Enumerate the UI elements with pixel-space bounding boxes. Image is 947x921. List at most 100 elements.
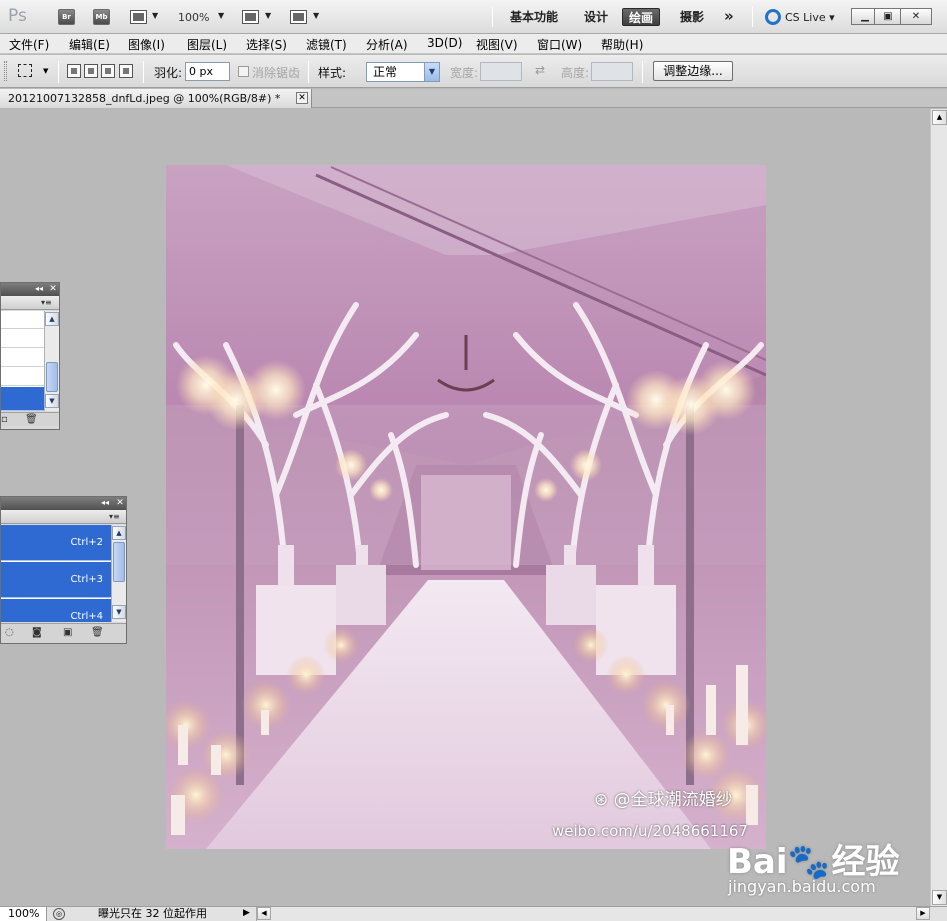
- close-panel-icon[interactable]: ✕: [114, 497, 126, 509]
- document-tab-title: 20121007132858_dnfLd.jpeg @ 100%(RGB/8#)…: [8, 92, 281, 105]
- workspace-painting[interactable]: 绘画: [622, 8, 661, 26]
- close-document-icon[interactable]: ✕: [296, 92, 308, 104]
- tool-preset-dropdown-icon[interactable]: ▼: [43, 67, 48, 75]
- save-selection-icon[interactable]: ◙: [32, 627, 42, 638]
- menu-3d[interactable]: 3D(D): [427, 36, 462, 50]
- scroll-up-icon[interactable]: ▲: [112, 526, 126, 540]
- load-channel-icon[interactable]: ◌: [5, 627, 14, 638]
- menu-window[interactable]: 窗口(W): [537, 36, 582, 53]
- scroll-right-icon[interactable]: ▶: [916, 907, 930, 920]
- baidu-logo: Bai🐾经验: [727, 834, 900, 883]
- list-item-selected[interactable]: [1, 387, 44, 411]
- arrange-documents-icon[interactable]: [242, 10, 259, 24]
- mini-bridge-button[interactable]: Mb: [93, 9, 110, 25]
- style-label: 样式:: [318, 66, 347, 80]
- chevron-down-icon[interactable]: ▼: [424, 63, 439, 81]
- scroll-down-icon[interactable]: ▼: [112, 605, 126, 619]
- list-item[interactable]: Ctrl+4: [1, 599, 111, 622]
- panel-footer-icon[interactable]: ▫: [1, 414, 8, 425]
- weibo-url-watermark: weibo.com/u/2048661167: [552, 822, 748, 840]
- scroll-up-icon[interactable]: ▲: [45, 312, 59, 326]
- floating-panel-2[interactable]: ◂◂ ✕ ▾≡ Ctrl+2 Ctrl+3 Ctrl+4 ▲ ▼ ◌ ◙ ▣ 🗑: [0, 496, 127, 644]
- list-item[interactable]: [1, 349, 44, 367]
- screen-mode-icon[interactable]: [290, 10, 307, 24]
- scroll-left-icon[interactable]: ◀: [257, 907, 271, 920]
- baidu-paw-icon: 🐾: [787, 842, 830, 882]
- intersect-selection-icon[interactable]: [119, 64, 133, 78]
- scroll-down-icon[interactable]: ▼: [45, 394, 59, 408]
- close-panel-icon[interactable]: ✕: [47, 283, 59, 295]
- view-extras-icon[interactable]: [130, 10, 147, 24]
- application-bar: Ps Br Mb ▼ 100% ▼ ▼ ▼ 基本功能 设计 绘画 摄影 » CS…: [0, 0, 947, 34]
- workspace-photography[interactable]: 摄影: [676, 8, 708, 26]
- style-select[interactable]: 正常 ▼: [366, 62, 440, 82]
- scroll-thumb[interactable]: [113, 542, 125, 582]
- swap-dimensions-icon[interactable]: ⇄: [535, 63, 545, 77]
- trash-icon[interactable]: 🗑: [91, 627, 104, 638]
- new-selection-icon[interactable]: [67, 64, 81, 78]
- arrange-dropdown-icon[interactable]: ▼: [265, 11, 271, 20]
- list-item[interactable]: [1, 311, 44, 329]
- panel-menu-icon[interactable]: ▾≡: [41, 298, 52, 307]
- menu-select[interactable]: 选择(S): [246, 36, 287, 53]
- wedding-aisle-photo[interactable]: [166, 165, 766, 849]
- menu-edit[interactable]: 编辑(E): [69, 36, 110, 53]
- vertical-scrollbar[interactable]: ▲ ▼: [930, 109, 947, 906]
- floating-panel-1[interactable]: ◂◂ ✕ ▾≡ ▲ ▼ ▫ 🗑: [0, 282, 60, 430]
- panel-list[interactable]: [1, 311, 44, 411]
- list-item[interactable]: [1, 330, 44, 348]
- zoom-dropdown-icon[interactable]: ▼: [218, 11, 224, 20]
- feather-input[interactable]: 0 px: [185, 62, 230, 81]
- horizontal-scrollbar[interactable]: ◀ ▶: [256, 907, 930, 921]
- width-label: 宽度:: [450, 66, 479, 80]
- list-item[interactable]: Ctrl+2: [1, 525, 111, 561]
- list-item[interactable]: [1, 368, 44, 386]
- options-bar-grip[interactable]: [4, 61, 7, 81]
- collapse-panel-icon[interactable]: ◂◂: [35, 283, 43, 295]
- menu-view[interactable]: 视图(V): [476, 36, 518, 53]
- panel-menu-icon[interactable]: ▾≡: [109, 512, 120, 521]
- panel-tab-strip[interactable]: ▾≡: [1, 510, 126, 524]
- view-extras-dropdown-icon[interactable]: ▼: [152, 11, 158, 20]
- menu-analysis[interactable]: 分析(A): [366, 36, 408, 53]
- scroll-up-icon[interactable]: ▲: [932, 110, 947, 125]
- menu-image[interactable]: 图像(I): [128, 36, 165, 53]
- close-window-button[interactable]: ✕: [900, 8, 932, 25]
- collapse-panel-icon[interactable]: ◂◂: [101, 497, 109, 509]
- maximize-button[interactable]: ▣: [874, 8, 902, 25]
- menu-layer[interactable]: 图层(L): [187, 36, 227, 53]
- menu-file[interactable]: 文件(F): [9, 36, 49, 53]
- more-workspaces-button[interactable]: »: [720, 8, 738, 26]
- bridge-button[interactable]: Br: [58, 9, 75, 25]
- document-tab[interactable]: 20121007132858_dnfLd.jpeg @ 100%(RGB/8#)…: [0, 89, 312, 108]
- zoom-level-dropdown[interactable]: 100%: [178, 11, 209, 24]
- workspace-design[interactable]: 设计: [580, 8, 612, 26]
- workspace-essentials[interactable]: 基本功能: [506, 8, 562, 26]
- antialias-checkbox[interactable]: [238, 66, 249, 77]
- rectangular-marquee-tool-icon[interactable]: [18, 64, 32, 77]
- trash-icon[interactable]: 🗑: [25, 414, 38, 425]
- cs-live-button[interactable]: CS Live ▾: [765, 9, 835, 27]
- scroll-thumb[interactable]: [46, 362, 58, 392]
- info-icon[interactable]: ◎: [53, 908, 65, 920]
- screen-mode-dropdown-icon[interactable]: ▼: [313, 11, 319, 20]
- menu-filter[interactable]: 滤镜(T): [306, 36, 347, 53]
- scroll-down-icon[interactable]: ▼: [932, 890, 947, 905]
- zoom-field[interactable]: 100%: [0, 907, 47, 921]
- menu-help[interactable]: 帮助(H): [601, 36, 643, 53]
- channels-list[interactable]: Ctrl+2 Ctrl+3 Ctrl+4: [1, 525, 111, 622]
- panel-scrollbar[interactable]: ▲ ▼: [111, 525, 126, 622]
- panel-header[interactable]: ◂◂ ✕: [1, 283, 59, 296]
- panel-scrollbar[interactable]: ▲ ▼: [44, 311, 59, 411]
- list-item[interactable]: Ctrl+3: [1, 562, 111, 598]
- status-menu-arrow-icon[interactable]: ▶: [243, 908, 250, 918]
- height-input[interactable]: [591, 62, 633, 81]
- panel-header[interactable]: ◂◂ ✕: [1, 497, 126, 510]
- add-to-selection-icon[interactable]: [84, 64, 98, 78]
- cs-live-icon: [765, 9, 781, 25]
- subtract-from-selection-icon[interactable]: [101, 64, 115, 78]
- panel-tab-strip[interactable]: ▾≡: [1, 296, 59, 310]
- refine-edge-button[interactable]: 调整边缘...: [653, 61, 733, 81]
- new-channel-icon[interactable]: ▣: [63, 627, 72, 638]
- width-input[interactable]: [480, 62, 522, 81]
